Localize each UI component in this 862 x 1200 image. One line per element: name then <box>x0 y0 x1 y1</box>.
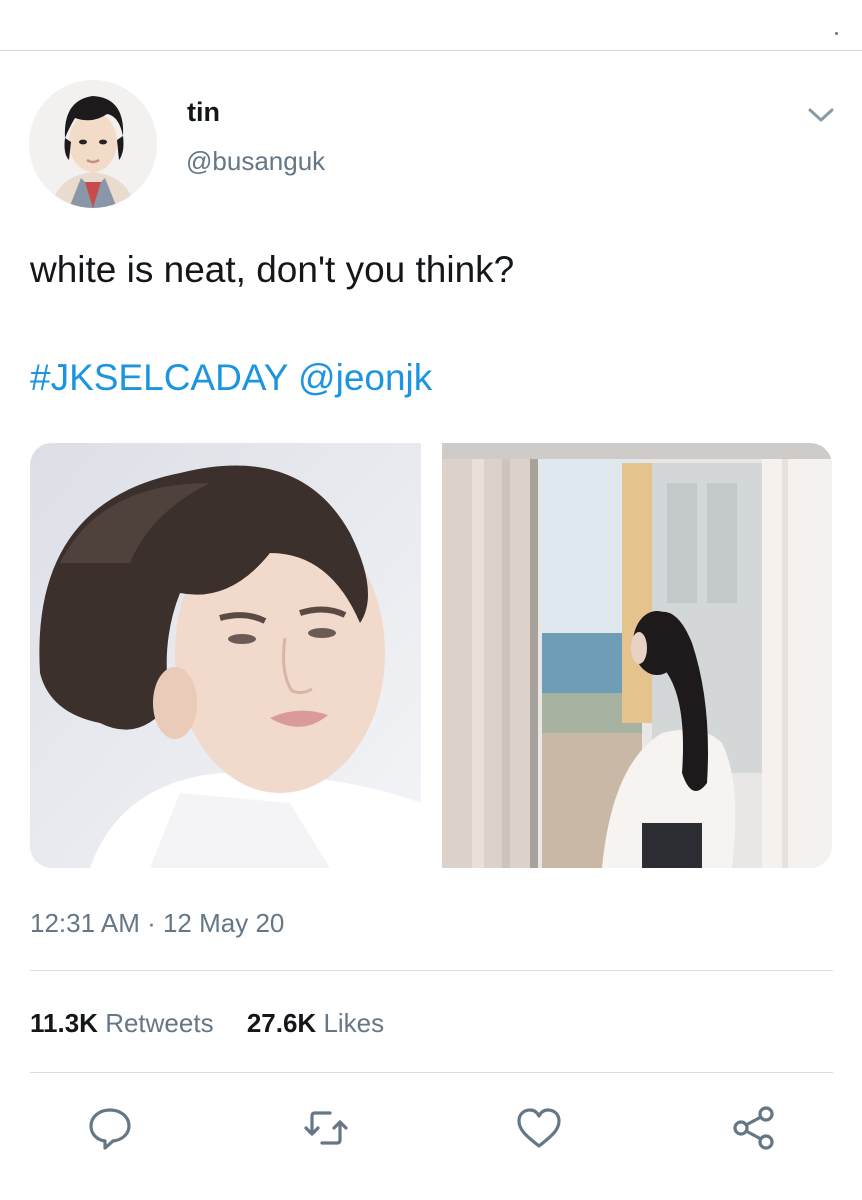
status-dot <box>835 32 838 35</box>
avatar[interactable] <box>29 80 157 208</box>
user-handle[interactable]: @busanguk <box>186 146 325 177</box>
tweet-photo-2[interactable] <box>442 443 832 868</box>
divider <box>30 970 833 971</box>
tweet-links: #JKSELCADAY @jeonjk <box>30 357 432 399</box>
tweet-stats: 11.3K Retweets 27.6K Likes <box>30 1008 410 1039</box>
likes-stat[interactable]: 27.6K Likes <box>247 1008 384 1038</box>
portrait-photo <box>30 443 421 868</box>
retweets-count: 11.3K <box>30 1008 98 1038</box>
likes-count: 27.6K <box>246 1008 317 1038</box>
display-name[interactable]: tin <box>187 97 220 128</box>
retweet-icon[interactable] <box>302 1104 350 1152</box>
like-icon[interactable] <box>515 1104 563 1152</box>
share-icon[interactable] <box>730 1104 778 1152</box>
chevron-down-icon[interactable] <box>806 104 836 126</box>
tweet-text: white is neat, don't you think? <box>30 249 515 290</box>
likes-label: Likes <box>323 1008 385 1038</box>
hashtag-link[interactable]: #JKSELCADAY <box>30 357 288 398</box>
retweets-label: Retweets <box>105 1008 214 1038</box>
window-photo <box>442 443 832 868</box>
top-divider <box>0 50 862 51</box>
reply-icon[interactable] <box>86 1104 134 1152</box>
mention-link[interactable]: @jeonjk <box>298 357 432 398</box>
retweets-stat[interactable]: 11.3K Retweets <box>30 1008 214 1038</box>
tweet-timestamp[interactable]: 12:31 AM · 12 May 20 <box>30 908 284 939</box>
tweet-photo-1[interactable] <box>30 443 421 868</box>
divider <box>30 1072 833 1073</box>
avatar-image <box>29 80 157 208</box>
